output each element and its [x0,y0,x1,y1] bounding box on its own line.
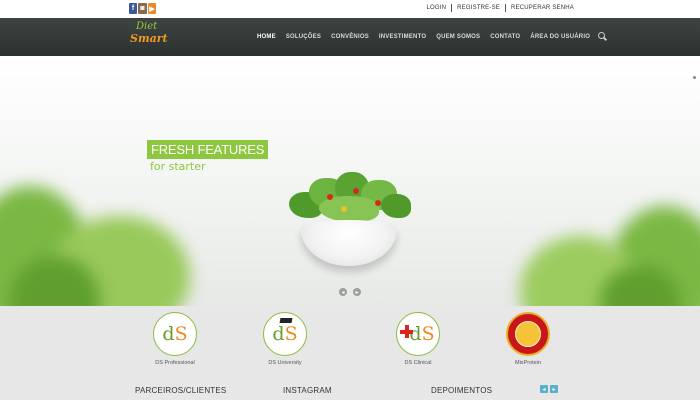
brand-ds-professional[interactable]: dS DS Professional [145,312,205,366]
testimonials-next-button[interactable]: ▸ [550,385,558,393]
slider-prev-button[interactable]: ◂ [339,288,347,296]
facebook-icon[interactable]: f [129,3,137,14]
logo-line-1: Diet [136,21,158,32]
logo-line-2: Smart [130,32,168,45]
slider-indicator[interactable] [693,76,696,79]
mixprotein-seal-logo [506,312,550,356]
ds-clinical-logo: dS [396,312,440,356]
brand-ds-university[interactable]: dS DS University [255,312,315,366]
youtube-icon[interactable]: ▶ [148,3,156,14]
hero-slider: FRESH FEATURES for starter ◂ ▸ [0,56,700,306]
menu-item-home[interactable]: HOME [252,34,281,40]
slider-next-button[interactable]: ▸ [353,288,361,296]
hero-subtitle: for starter [150,160,206,173]
recover-password-link[interactable]: RECUPERAR SENHA [506,5,579,11]
salad-bowl-image [275,166,425,276]
testimonials-heading: DEPOIMENTOS [431,386,493,395]
slider-controls: ◂ ▸ [339,288,361,296]
menu: HOME SOLUÇÕES CONVÊNIOS INVESTIMENTO QUE… [252,18,608,56]
menu-item-area-do-usuario[interactable]: ÁREA DO USUÁRIO [525,34,595,40]
ds-professional-logo: dS [153,312,197,356]
main-nav: Diet Smart HOME SOLUÇÕES CONVÊNIOS INVES… [0,18,700,56]
brand-caption: DS University [268,360,302,366]
login-link[interactable]: LOGIN [421,5,451,11]
medical-cross-icon [400,325,413,338]
brands-section: dS DS Professional dS DS University dS D… [0,306,700,400]
hero-title: FRESH FEATURES [147,140,269,159]
menu-item-convenios[interactable]: CONVÊNIOS [326,34,374,40]
register-link[interactable]: REGISTRE-SE [452,5,505,11]
brand-caption: DS Clinical [404,360,432,366]
menu-item-investimento[interactable]: INVESTIMENTO [374,34,431,40]
brand-caption: DS Professional [155,360,195,366]
brand-ds-clinical[interactable]: dS DS Clinical [388,312,448,366]
testimonials-prev-button[interactable]: ◂ [540,385,548,393]
instagram-heading: INSTAGRAM [283,386,332,395]
menu-item-contato[interactable]: CONTATO [485,34,525,40]
brand-caption: MixProtein [515,360,541,366]
testimonials-nav: ◂ ▸ [540,385,558,393]
top-bar: f ◙ ▶ LOGIN REGISTRE-SE RECUPERAR SENHA [0,0,700,18]
graduation-cap-icon [279,318,293,323]
menu-item-solucoes[interactable]: SOLUÇÕES [281,34,326,40]
ds-university-logo: dS [263,312,307,356]
white-bowl [301,220,397,266]
instagram-icon[interactable]: ◙ [138,3,147,14]
search-icon[interactable] [598,32,608,42]
account-links: LOGIN REGISTRE-SE RECUPERAR SENHA [421,4,579,12]
diet-smart-logo[interactable]: Diet Smart [130,21,170,53]
menu-item-quem-somos[interactable]: QUEM SOMOS [431,34,485,40]
brand-mixprotein[interactable]: MixProtein [498,312,558,366]
social-links: f ◙ ▶ [129,3,156,14]
partners-heading: PARCEIROS/CLIENTES [135,386,227,395]
